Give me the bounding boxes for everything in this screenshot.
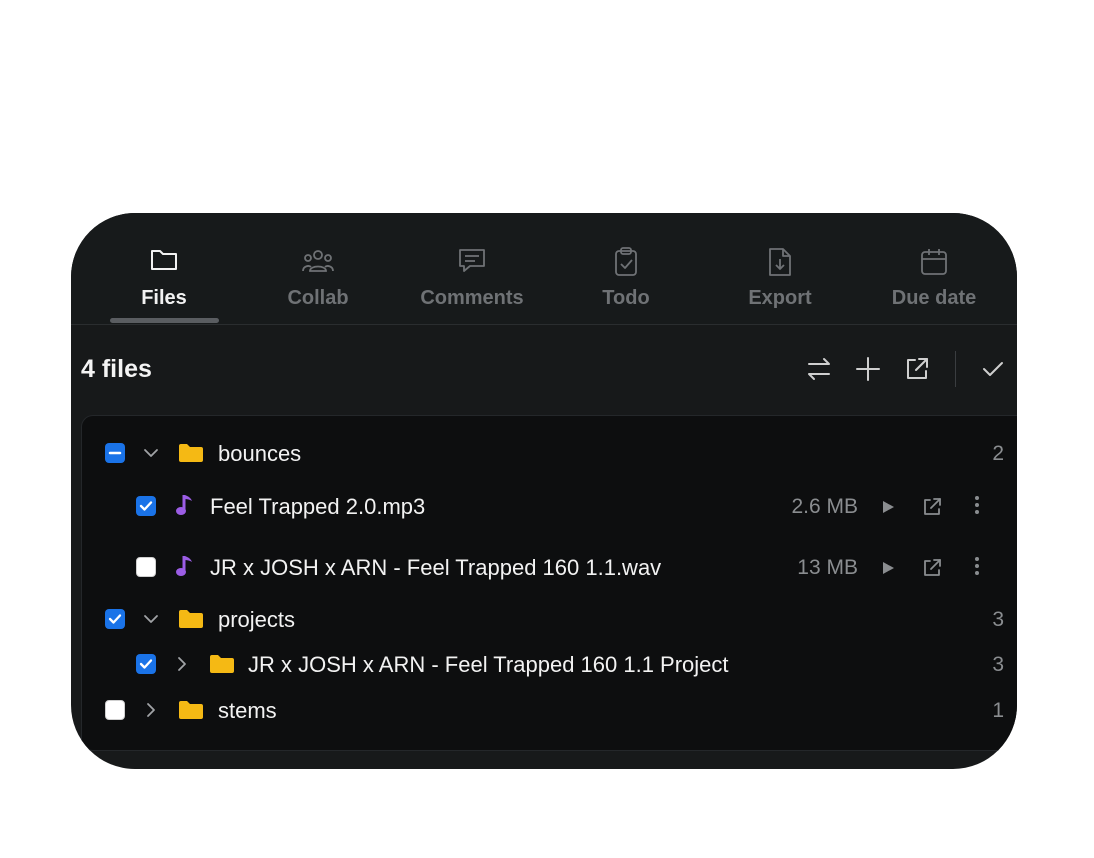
row-checkbox[interactable] [105,609,125,629]
tab-label: Export [748,287,812,309]
swap-icon [808,358,830,380]
chevron-right-icon[interactable] [172,654,192,674]
folder-icon [179,610,203,628]
file-tree: bounces 2 Feel Trapped 2.0.mp3 2.6 MB JR… [81,415,1017,751]
files-count-heading: 4 files [81,355,152,383]
tree-row-folder[interactable]: bounces 2 [82,438,1017,468]
chevron-right-icon[interactable] [141,700,161,720]
tab-label: Todo [602,287,650,309]
music-note-icon [176,495,192,515]
check-icon [139,501,153,511]
tab-files[interactable]: Files [94,213,234,324]
tab-export[interactable]: Export [710,213,850,324]
open-external-button[interactable] [902,354,932,384]
folder-name: projects [218,607,296,632]
tree-row-file[interactable]: JR x JOSH x ARN - Feel Trapped 160 1.1.w… [82,552,1017,582]
music-note-icon [176,556,192,576]
clipboard-check-icon [615,247,637,276]
chevron-down-icon[interactable] [141,443,161,463]
row-checkbox[interactable] [105,700,125,720]
check-icon [983,362,1003,376]
tab-label: Collab [287,287,349,309]
minus-icon [108,451,122,455]
row-checkbox[interactable] [136,654,156,674]
more-vertical-icon[interactable] [966,494,988,516]
row-checkbox[interactable] [105,443,125,463]
confirm-button[interactable] [978,354,1008,384]
tree-row-folder[interactable]: stems 1 [82,695,1017,725]
tab-bar: Files Collab Comments Todo Export Due da… [71,213,1017,325]
tab-label: Comments [420,287,524,309]
file-name: Feel Trapped 2.0.mp3 [210,494,426,519]
tab-comments[interactable]: Comments [402,213,542,324]
tab-label: Due date [891,287,977,309]
file-name: JR x JOSH x ARN - Feel Trapped 160 1.1.w… [210,555,662,580]
tree-row-folder[interactable]: projects 3 [82,604,1017,634]
users-icon [302,250,334,272]
tree-row-folder[interactable]: JR x JOSH x ARN - Feel Trapped 160 1.1 P… [82,649,1017,679]
file-size: 13 MB [797,556,858,579]
play-icon[interactable] [877,496,899,518]
tab-todo[interactable]: Todo [556,213,696,324]
row-checkbox[interactable] [136,557,156,577]
item-count: 3 [992,653,1004,676]
row-checkbox[interactable] [136,496,156,516]
external-link-icon[interactable] [921,557,943,579]
swap-button[interactable] [804,354,834,384]
tab-collab[interactable]: Collab [248,213,388,324]
calendar-icon [921,249,947,275]
item-count: 3 [992,608,1004,631]
tab-label: Files [141,287,187,309]
folder-name: stems [218,698,277,723]
more-vertical-icon[interactable] [966,555,988,577]
tree-row-file[interactable]: Feel Trapped 2.0.mp3 2.6 MB [82,491,1017,521]
check-icon [139,659,153,669]
item-count: 2 [992,442,1004,465]
folder-icon [179,444,203,462]
folder-name: bounces [218,441,302,466]
folder-icon [151,250,177,270]
add-button[interactable] [853,354,883,384]
file-download-icon [769,248,791,276]
folder-icon [210,655,234,673]
folder-name: JR x JOSH x ARN - Feel Trapped 160 1.1 P… [248,652,729,677]
files-panel: Files Collab Comments Todo Export Due da… [71,213,1017,769]
play-icon[interactable] [877,557,899,579]
folder-icon [179,701,203,719]
tab-due-date[interactable]: Due date [864,213,1004,324]
comment-icon [459,249,485,272]
item-count: 1 [992,699,1004,722]
toolbar-divider [955,351,956,387]
file-size: 2.6 MB [791,495,858,518]
check-icon [108,614,122,624]
chevron-down-icon[interactable] [141,609,161,629]
active-tab-indicator [110,318,219,323]
external-link-icon[interactable] [921,496,943,518]
external-link-icon [907,358,928,379]
plus-icon [856,357,880,381]
